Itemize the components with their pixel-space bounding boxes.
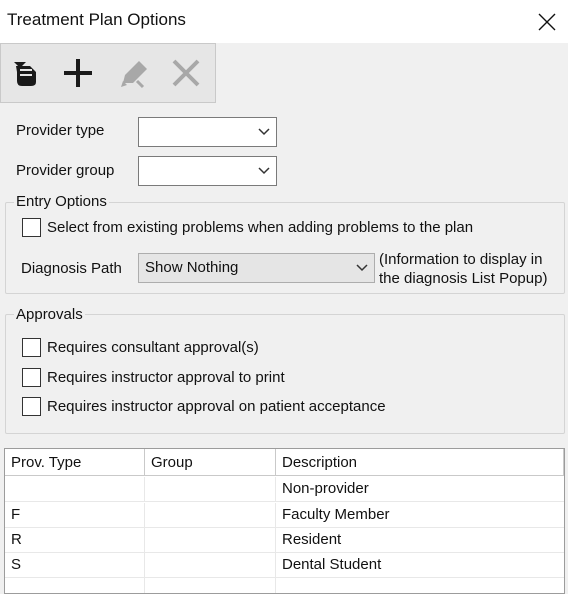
close-icon [538, 13, 556, 30]
table-row[interactable]: F Faculty Member [5, 503, 564, 528]
diagnosis-path-select[interactable]: Show Nothing [138, 253, 375, 283]
instructor-acceptance-approval-checkbox[interactable]: Requires instructor approval on patient … [22, 397, 386, 416]
cell-prov-type: S [5, 553, 145, 578]
checkbox-box[interactable] [22, 368, 41, 387]
copy-layers-icon [14, 62, 36, 86]
window-title: Treatment Plan Options [7, 10, 186, 29]
cell-empty [145, 578, 276, 593]
table-header: Prov. Type Group Description [5, 449, 564, 476]
diagnosis-path-label: Diagnosis Path [21, 260, 122, 277]
table-row-empty [5, 578, 564, 593]
provider-group-select[interactable] [138, 156, 277, 186]
delete-button[interactable] [167, 54, 205, 92]
provider-group-label: Provider group [16, 162, 115, 179]
instructor-acceptance-approval-label: Requires instructor approval on patient … [47, 398, 386, 415]
instructor-print-approval-checkbox[interactable]: Requires instructor approval to print [22, 368, 285, 387]
diagnosis-path-value: Show Nothing [145, 259, 239, 276]
checkbox-box[interactable] [22, 338, 41, 357]
provider-type-select[interactable] [138, 117, 277, 147]
cell-description: Dental Student [282, 556, 382, 573]
provider-table[interactable]: Prov. Type Group Description Non-provide… [4, 448, 565, 594]
checkbox-box[interactable] [22, 218, 41, 237]
checkbox-box[interactable] [22, 397, 41, 416]
chevron-down-icon [258, 167, 270, 175]
diagnosis-note-line1: (Information to display in [379, 251, 543, 268]
cell-empty [5, 578, 145, 593]
cell-group [145, 503, 276, 528]
plus-icon [64, 59, 92, 87]
title-bar: Treatment Plan Options [0, 0, 568, 43]
column-header-prov-type[interactable]: Prov. Type [5, 449, 145, 476]
provider-type-label: Provider type [16, 122, 105, 139]
edit-button[interactable] [115, 54, 153, 92]
table-row[interactable]: R Resident [5, 528, 564, 553]
column-header-group[interactable]: Group [145, 449, 276, 476]
cell-description: Non-provider [282, 480, 369, 497]
entry-options-title: Entry Options [14, 193, 109, 210]
toolbar [0, 43, 216, 103]
cell-prov-type: R [5, 528, 145, 553]
consultant-approval-label: Requires consultant approval(s) [47, 339, 259, 356]
consultant-approval-checkbox[interactable]: Requires consultant approval(s) [22, 338, 259, 357]
cell-description: Resident [282, 531, 342, 548]
approvals-title: Approvals [14, 306, 85, 323]
cell-description: Faculty Member [282, 506, 390, 523]
select-existing-label: Select from existing problems when addin… [47, 219, 474, 236]
diagnosis-note-line2: the diagnosis List Popup) [379, 270, 548, 287]
table-row[interactable]: Non-provider [5, 477, 564, 502]
add-button[interactable] [59, 54, 97, 92]
select-existing-checkbox[interactable]: Select from existing problems when addin… [22, 218, 473, 237]
cell-prov-type: F [5, 503, 145, 528]
table-row[interactable]: S Dental Student [5, 553, 564, 578]
cell-group [145, 553, 276, 578]
pencil-icon [121, 61, 147, 89]
close-button[interactable] [526, 0, 568, 43]
cell-prov-type [5, 477, 145, 502]
cell-group [145, 477, 276, 502]
column-header-description[interactable]: Description [276, 449, 564, 476]
cell-group [145, 528, 276, 553]
instructor-print-approval-label: Requires instructor approval to print [47, 369, 285, 386]
chevron-down-icon [356, 264, 368, 272]
chevron-down-icon [258, 128, 270, 136]
copy-button[interactable] [7, 54, 45, 92]
x-icon [172, 59, 200, 87]
